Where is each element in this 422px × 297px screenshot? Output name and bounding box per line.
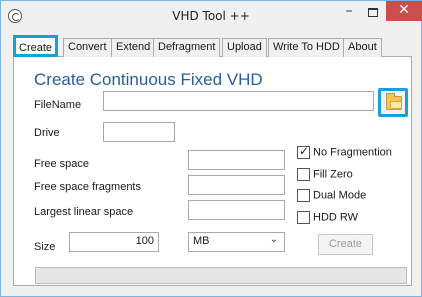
page-title: Create Continuous Fixed VHD — [34, 70, 263, 89]
maximize-button[interactable] — [359, 3, 387, 25]
chevron-down-icon: ⌄ — [269, 234, 278, 245]
free-space-field[interactable] — [188, 150, 285, 170]
no-fragmention-label: No Fragmention — [313, 146, 392, 159]
size-field[interactable]: 100 — [69, 232, 159, 252]
drive-field[interactable] — [103, 122, 175, 142]
fill-zero-checkbox[interactable]: Fill Zero — [297, 168, 353, 184]
tab-upload[interactable]: Upload — [222, 38, 267, 57]
tab-write-to-hdd[interactable]: Write To HDD — [268, 38, 345, 57]
tab-create[interactable]: Create — [13, 35, 59, 57]
filename-field[interactable] — [103, 91, 374, 111]
free-space-fragments-field[interactable] — [188, 175, 285, 195]
dual-mode-checkbox[interactable]: Dual Mode — [297, 189, 366, 205]
folder-open-icon — [386, 93, 402, 110]
close-button[interactable]: ✕ — [386, 1, 422, 21]
largest-linear-space-label: Largest linear space — [34, 206, 134, 218]
filename-label: FileName — [34, 99, 82, 111]
dual-mode-label: Dual Mode — [313, 189, 367, 202]
hdd-rw-checkbox[interactable]: HDD RW — [297, 211, 358, 227]
maximize-icon — [368, 8, 378, 17]
tab-extend[interactable]: Extend — [111, 38, 156, 57]
title-bar[interactable]: VHD Tool ++ – ✕ — [1, 1, 422, 31]
progress-bar — [35, 267, 407, 284]
browse-button[interactable] — [378, 88, 408, 117]
unit-selected-value: MB — [193, 235, 210, 247]
tab-convert[interactable]: Convert — [63, 38, 112, 57]
drive-label: Drive — [34, 127, 60, 139]
tab-about[interactable]: About — [343, 38, 382, 57]
free-space-label: Free space — [34, 158, 90, 170]
checkbox-checked-icon — [297, 144, 310, 159]
app-window: VHD Tool ++ – ✕ Create Convert Extend De… — [0, 0, 422, 297]
checkbox-icon — [297, 189, 310, 202]
tab-bar: Create Convert Extend Defragment Upload … — [13, 35, 413, 57]
tab-defragment[interactable]: Defragment — [153, 38, 221, 57]
create-button[interactable]: Create — [318, 234, 373, 255]
fill-zero-label: Fill Zero — [313, 168, 353, 181]
hdd-rw-label: HDD RW — [313, 211, 359, 224]
no-fragmention-checkbox[interactable]: No Fragmention — [297, 144, 392, 162]
largest-linear-space-field[interactable] — [188, 200, 285, 220]
unit-select[interactable]: MB ⌄ — [188, 232, 285, 252]
checkbox-icon — [297, 211, 310, 224]
size-label: Size — [34, 241, 56, 253]
free-space-fragments-label: Free space fragments — [34, 181, 141, 193]
checkbox-icon — [297, 168, 310, 181]
